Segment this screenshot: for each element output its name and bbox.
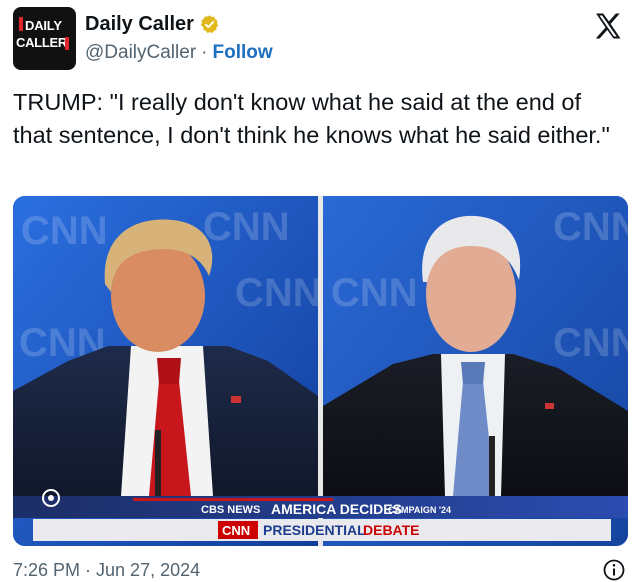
info-icon[interactable] [602,558,626,582]
debate-screenshot: CNN CNN CNN CNN CNN CNN CNN CBS NEWS AME… [13,196,628,546]
handle[interactable]: @DailyCaller [85,42,196,64]
tweet-media-image[interactable]: CNN CNN CNN CNN CNN CNN CNN CBS NEWS AME… [13,196,628,546]
lower-third-campaign: CAMPAIGN '24 [388,505,451,515]
backdrop-logo: CNN [331,271,418,315]
avatar[interactable]: DAILY CALLER [13,7,76,70]
cbs-eye-pupil [48,495,54,501]
lower-third-program-word2: DEBATE [363,522,420,538]
separator-dot: · [201,42,208,63]
avatar-text-line1: DAILY [25,18,62,33]
tweet-text: TRUMP: "I really don't know what he said… [13,89,610,148]
right-microphone [489,436,495,500]
cnn-logo-text: CNN [222,523,250,538]
flag-pin [545,403,554,409]
left-speaker-tie-knot [157,358,181,384]
avatar-accent-2 [65,37,69,50]
name-row: Daily Caller [85,13,220,36]
tweet-timestamp[interactable]: 7:26 PM · Jun 27, 2024 [13,560,200,581]
backdrop-logo: CNN [21,209,108,253]
right-speaker-tie-knot [461,362,485,384]
avatar-accent [19,17,23,31]
lower-third-program-word1: PRESIDENTIAL [263,522,366,538]
tweet-header: DAILY CALLER Daily Caller @DailyCaller ·… [13,7,627,71]
lower-third-network: CBS NEWS [201,504,260,516]
backdrop-logo: CNN [553,321,628,365]
handle-row: @DailyCaller · Follow [85,42,273,64]
display-name[interactable]: Daily Caller [85,13,194,36]
backdrop-logo: CNN [235,271,322,315]
split-divider [318,196,323,546]
backdrop-logo: CNN [553,205,628,249]
x-logo-icon[interactable] [593,11,623,41]
follow-button[interactable]: Follow [212,42,272,64]
flag-pin [231,396,241,403]
lower-third-headline: AMERICA DECIDES [271,501,402,517]
avatar-text-line2: CALLER [16,35,67,50]
left-microphone [155,430,161,500]
backdrop-logo: CNN [203,205,290,249]
verified-badge-icon [200,15,219,33]
